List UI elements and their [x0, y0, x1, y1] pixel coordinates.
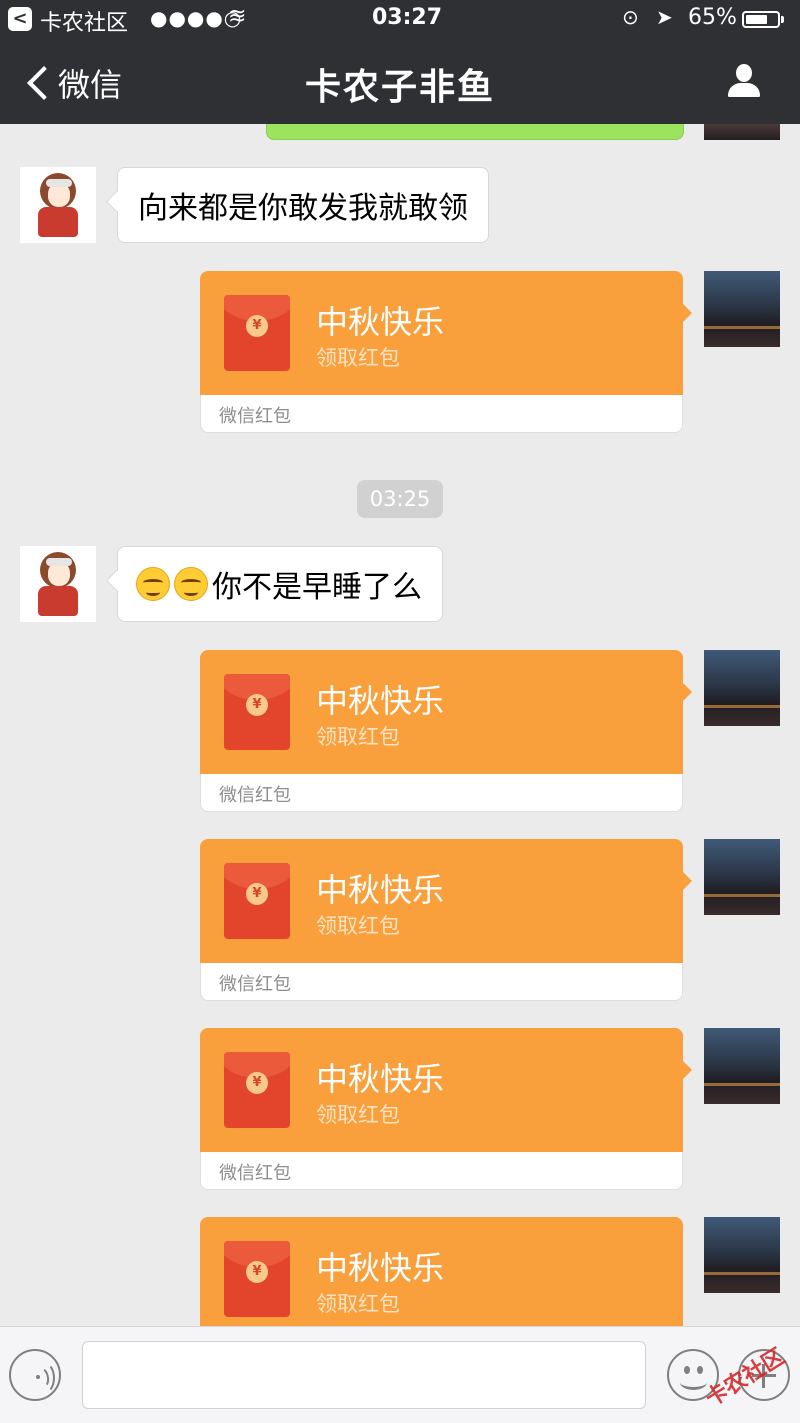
orientation-lock-icon: ⊙ [622, 5, 639, 29]
red-envelope-icon: ¥ [224, 674, 290, 750]
received-text-bubble[interactable]: 向来都是你敢发我就敢领 [117, 167, 489, 243]
contact-avatar[interactable] [20, 546, 96, 622]
red-packet-source: 微信红包 [219, 1163, 291, 1184]
previous-message-bubble[interactable] [266, 124, 684, 140]
message-text: 你不是早睡了么 [212, 570, 422, 605]
input-bar [0, 1326, 800, 1423]
red-packet-action: 领取红包 [316, 1103, 400, 1127]
contact-avatar[interactable] [20, 167, 96, 243]
red-packet-action: 领取红包 [316, 1292, 400, 1316]
red-envelope-icon: ¥ [224, 295, 290, 371]
red-packet-source: 微信红包 [219, 974, 291, 995]
red-packet-greeting: 中秋快乐 [316, 871, 445, 909]
red-packet-source: 微信红包 [219, 785, 291, 806]
my-avatar[interactable] [704, 271, 780, 347]
person-icon[interactable] [726, 64, 762, 100]
smirk-emoji-icon [174, 567, 208, 601]
voice-icon[interactable] [9, 1349, 61, 1401]
red-packet-message[interactable]: ¥ 中秋快乐 领取红包 微信红包 [200, 839, 692, 1001]
message-text: 向来都是你敢发我就敢领 [138, 191, 468, 226]
red-packet-message[interactable]: ¥ 中秋快乐 领取红包 微信红包 [200, 650, 692, 812]
wifi-icon: ≋ [228, 4, 247, 29]
message-input[interactable] [82, 1341, 646, 1409]
my-avatar[interactable] [704, 1028, 780, 1104]
red-envelope-icon: ¥ [224, 863, 290, 939]
red-packet-action: 领取红包 [316, 725, 400, 749]
back-to-app-label[interactable]: 卡农社区 [40, 5, 128, 37]
red-packet-greeting: 中秋快乐 [316, 682, 445, 720]
red-packet-action: 领取红包 [316, 914, 400, 938]
my-avatar[interactable] [704, 124, 780, 140]
red-packet-action: 领取红包 [316, 346, 400, 370]
smirk-emoji-icon [136, 567, 170, 601]
red-packet-message[interactable]: ¥ 中秋快乐 领取红包 微信红包 [200, 1028, 692, 1190]
red-packet-message[interactable]: ¥ 中秋快乐 领取红包 微信红包 [200, 271, 692, 433]
red-packet-message[interactable]: ¥ 中秋快乐 领取红包 [200, 1217, 683, 1326]
battery-icon [742, 11, 784, 28]
status-time: 03:27 [372, 5, 443, 30]
received-text-bubble[interactable]: 你不是早睡了么 [117, 546, 443, 622]
red-envelope-icon: ¥ [224, 1241, 290, 1317]
red-packet-greeting: 中秋快乐 [316, 1060, 445, 1098]
red-packet-greeting: 中秋快乐 [316, 1249, 445, 1287]
red-packet-source: 微信红包 [219, 406, 291, 427]
chat-title: 卡农子非鱼 [304, 67, 495, 108]
my-avatar[interactable] [704, 1217, 780, 1293]
timestamp: 03:25 [357, 480, 443, 518]
back-to-app-icon[interactable]: < [8, 7, 32, 31]
battery-percent: 65% [688, 5, 737, 30]
my-avatar[interactable] [704, 839, 780, 915]
red-envelope-icon: ¥ [224, 1052, 290, 1128]
location-icon: ➤ [656, 5, 673, 29]
status-bar: < 卡农社区 ●●●●○ ≋ 03:27 ⊙ ➤ 65% [0, 0, 800, 40]
nav-bar: 微信 卡农子非鱼 [0, 40, 800, 124]
red-packet-greeting: 中秋快乐 [316, 303, 445, 341]
my-avatar[interactable] [704, 650, 780, 726]
